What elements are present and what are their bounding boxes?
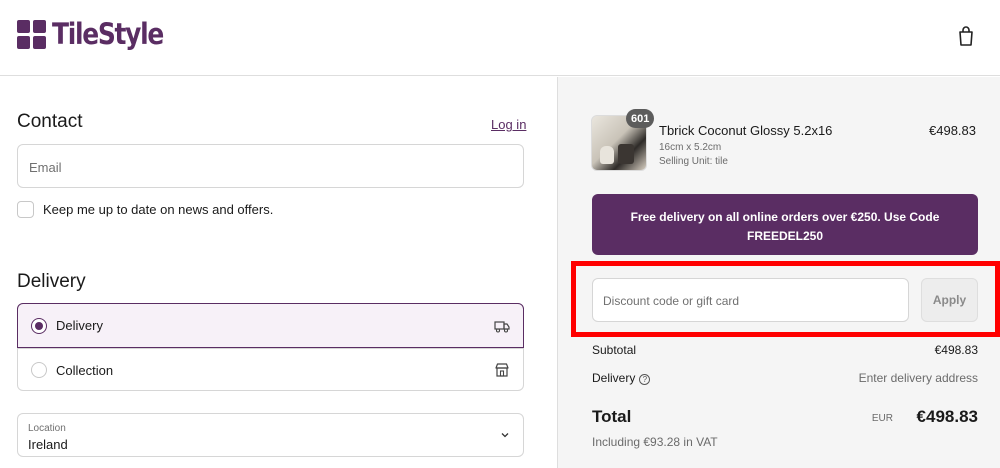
delivery-heading: Delivery: [17, 271, 86, 292]
store-icon: [495, 363, 509, 377]
product-name: Tbrick Coconut Glossy 5.2x16: [659, 123, 833, 138]
login-link[interactable]: Log in: [491, 117, 526, 132]
newsletter-row[interactable]: Keep me up to date on news and offers.: [17, 201, 273, 218]
total-label: Total: [592, 407, 632, 426]
collection-option-label: Collection: [56, 362, 114, 378]
brand-name: TileStyle: [52, 17, 164, 51]
apply-button[interactable]: Apply: [921, 278, 978, 322]
vat-note: Including €93.28 in VAT: [592, 435, 718, 449]
logo-mark-icon: [17, 19, 46, 49]
total-currency: EUR: [871, 413, 893, 424]
chevron-down-icon: [501, 433, 509, 438]
subtotal-label: Subtotal: [592, 343, 637, 357]
newsletter-label: Keep me up to date on news and offers.: [43, 202, 274, 217]
product-unit: Selling Unit: tile: [659, 156, 728, 167]
location-select[interactable]: Location Ireland: [17, 413, 524, 457]
brand-logo[interactable]: TileStyle: [17, 17, 181, 51]
delivery-cost-value: Enter delivery address: [858, 371, 978, 385]
email-placeholder: Email: [29, 160, 62, 175]
delivery-method-group: Delivery Collection: [17, 303, 524, 391]
subtotal-value: €498.83: [934, 343, 978, 357]
quantity-badge: 601: [626, 109, 655, 128]
truck-icon: [494, 320, 510, 333]
discount-code-input[interactable]: Discount code or gift card: [592, 278, 909, 322]
order-summary: 601 Tbrick Coconut Glossy 5.2x16 16cm x …: [557, 77, 1000, 468]
delivery-row: Delivery? Enter delivery address: [592, 371, 978, 385]
product-size: 16cm x 5.2cm: [659, 142, 722, 153]
location-value: Ireland: [28, 437, 68, 452]
email-field[interactable]: Email: [17, 144, 524, 188]
delivery-option-collection[interactable]: Collection: [18, 348, 523, 391]
site-header: TileStyle: [0, 0, 1000, 76]
discount-placeholder: Discount code or gift card: [603, 294, 740, 308]
location-label: Location: [28, 423, 66, 434]
contact-heading: Contact: [17, 111, 83, 132]
product-price: €498.83: [929, 123, 976, 138]
total-value: €498.83: [916, 407, 978, 426]
delivery-option-label: Delivery: [56, 318, 103, 333]
delivery-option-delivery[interactable]: Delivery: [17, 303, 524, 348]
newsletter-checkbox[interactable]: [17, 201, 34, 218]
promo-banner: Free delivery on all online orders over …: [592, 194, 978, 255]
help-icon[interactable]: ?: [639, 374, 651, 385]
delivery-radio[interactable]: [31, 317, 47, 334]
shopping-bag-icon[interactable]: [956, 25, 976, 47]
delivery-cost-label: Delivery: [592, 371, 636, 385]
subtotal-row: Subtotal €498.83: [592, 343, 978, 357]
collection-radio[interactable]: [31, 362, 47, 378]
checkout-form: Contact Log in Email Keep me up to date …: [0, 77, 557, 468]
